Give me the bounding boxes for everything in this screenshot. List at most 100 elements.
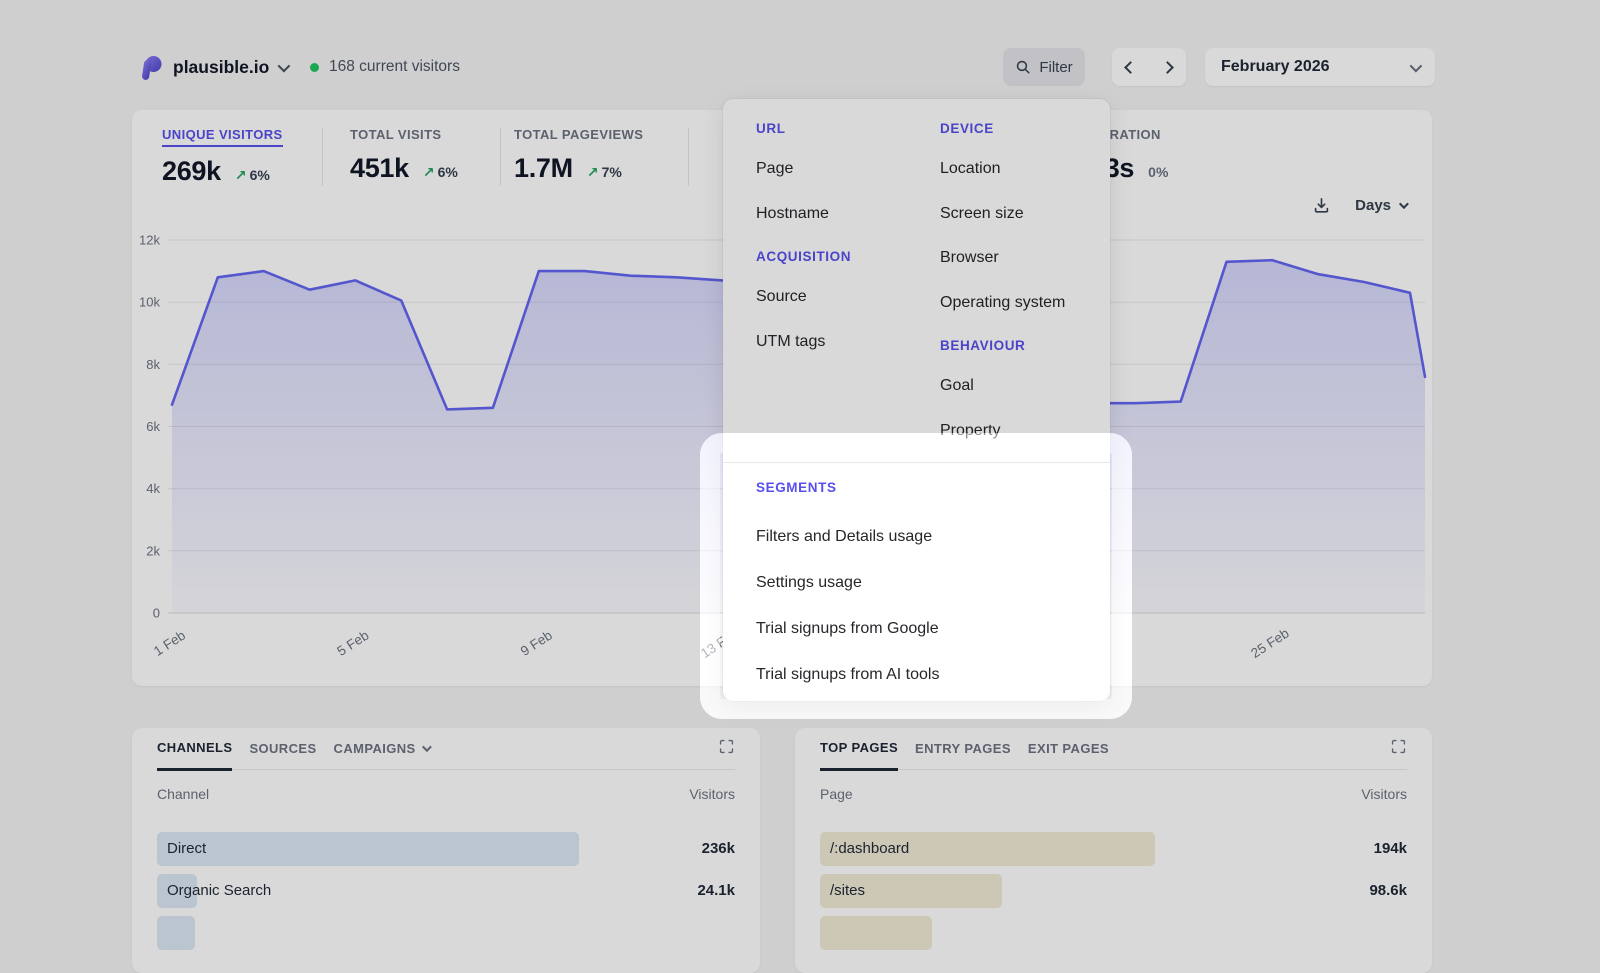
row-label: Direct [157, 832, 735, 866]
row-label: Organic Search [157, 874, 735, 908]
site-switcher[interactable]: plausible.io [138, 51, 287, 83]
segment-trial-signups-from-google[interactable]: Trial signups from Google [756, 606, 1090, 652]
filter-button[interactable]: Filter [1003, 48, 1085, 86]
row-label: /sites [820, 874, 1407, 908]
interval-label: Days [1355, 197, 1391, 214]
tab-exit-pages[interactable]: EXIT PAGES [1028, 741, 1109, 769]
svg-text:4k: 4k [146, 481, 160, 496]
tab-channels[interactable]: CHANNELS [157, 740, 232, 771]
metric-change-value: 7% [602, 164, 622, 180]
dashboard: plausible.io 168 current visitors Filter… [0, 0, 1600, 934]
svg-text:10k: 10k [140, 295, 160, 310]
tab-top-pages[interactable]: TOP PAGES [820, 740, 898, 771]
filter-group-title-behaviour: BEHAVIOUR [940, 338, 1025, 353]
site-name: plausible.io [173, 57, 269, 78]
filter-item-location[interactable]: Location [940, 160, 1001, 178]
filter-group-title-url: URL [756, 121, 786, 136]
date-range-label: February 2026 [1221, 58, 1330, 76]
up-arrow-icon: ↗ [235, 167, 247, 183]
filter-item-screen-size[interactable]: Screen size [940, 205, 1024, 223]
svg-text:12k: 12k [140, 233, 160, 248]
svg-text:8k: 8k [146, 357, 160, 372]
metric-total-pageviews[interactable]: TOTAL PAGEVIEWS1.7M↗7% [514, 126, 643, 184]
tab-label: CAMPAIGNS [334, 741, 416, 756]
tab-label: ENTRY PAGES [915, 741, 1011, 756]
plausible-logo-icon [138, 53, 164, 81]
tab-entry-pages[interactable]: ENTRY PAGES [915, 741, 1011, 769]
filter-item-browser[interactable]: Browser [940, 249, 999, 267]
metric-value: 1.7M [514, 153, 573, 184]
tab-label: SOURCES [249, 741, 316, 756]
up-arrow-icon: ↗ [423, 164, 435, 180]
metric-change-value: 6% [250, 167, 270, 183]
page-row[interactable]: /sites98.6k [820, 874, 1407, 908]
segment-trial-signups-from-ai-tools[interactable]: Trial signups from AI tools [756, 652, 1090, 698]
filter-item-page[interactable]: Page [756, 160, 793, 178]
period-nav [1112, 48, 1186, 86]
metric-unique-visitors[interactable]: UNIQUE VISITORS269k↗6% [162, 126, 283, 187]
pages-panel: TOP PAGES ENTRY PAGES EXIT PAGES Page Visi… [795, 728, 1432, 973]
svg-text:9 Feb: 9 Feb [518, 628, 555, 659]
metric-change: ↗6% [235, 167, 270, 184]
svg-text:1 Feb: 1 Feb [151, 628, 188, 659]
live-dot-icon [310, 63, 319, 72]
metric-change: ↗7% [587, 164, 622, 181]
chevron-down-icon [1399, 199, 1409, 209]
filter-item-source[interactable]: Source [756, 288, 807, 306]
download-icon [1312, 196, 1331, 215]
stat-divider [322, 128, 323, 186]
prev-period-button[interactable] [1112, 48, 1149, 86]
metric-change: 0% [1148, 164, 1168, 180]
up-arrow-icon: ↗ [587, 164, 599, 180]
metric-change-value: 0% [1148, 164, 1168, 180]
filter-item-utm-tags[interactable]: UTM tags [756, 333, 825, 351]
chevron-down-icon [278, 59, 291, 72]
pages-table: /:dashboard194k/sites98.6k [820, 832, 1407, 950]
stat-divider [688, 128, 689, 186]
filter-item-hostname[interactable]: Hostname [756, 205, 829, 223]
pages-table-header: Page Visitors [820, 786, 1407, 802]
segments-title: SEGMENTS [756, 480, 837, 495]
value-bar [157, 916, 195, 950]
column-label: Visitors [689, 786, 735, 802]
segment-settings-usage[interactable]: Settings usage [756, 560, 1090, 606]
chevron-down-icon [422, 742, 432, 752]
metric-total-visits[interactable]: TOTAL VISITS451k↗6% [350, 126, 458, 184]
date-range-picker[interactable]: February 2026 [1205, 48, 1435, 86]
page-row[interactable]: /:dashboard194k [820, 832, 1407, 866]
tab-campaigns[interactable]: CAMPAIGNS [334, 741, 429, 769]
column-label: Page [820, 786, 853, 802]
search-icon [1015, 59, 1032, 76]
filter-item-goal[interactable]: Goal [940, 377, 974, 395]
tab-label: TOP PAGES [820, 740, 898, 755]
tab-label: CHANNELS [157, 740, 232, 755]
svg-text:25 Feb: 25 Feb [1248, 625, 1291, 660]
current-visitors-link[interactable]: 168 current visitors [310, 51, 460, 83]
channels-table: Direct236k Organic Search24.1k [157, 832, 735, 950]
expand-icon[interactable] [718, 738, 735, 755]
tab-sources[interactable]: SOURCES [249, 741, 316, 769]
expand-icon[interactable] [1390, 738, 1407, 755]
interval-selector[interactable]: Days [1349, 196, 1412, 215]
filter-item-operating-system[interactable]: Operating system [940, 294, 1065, 312]
filter-item-property[interactable]: Property [940, 422, 1000, 440]
tab-label: EXIT PAGES [1028, 741, 1109, 756]
next-period-button[interactable] [1149, 48, 1186, 86]
metric-value: 269k [162, 156, 221, 187]
chevron-down-icon [1410, 59, 1423, 72]
value-bar [820, 916, 932, 950]
svg-text:5 Feb: 5 Feb [334, 628, 371, 659]
export-download-button[interactable] [1312, 196, 1331, 215]
metric-value: 451k [350, 153, 409, 184]
channel-row[interactable]: Direct236k [157, 832, 735, 866]
channel-row[interactable] [157, 916, 735, 950]
column-label: Channel [157, 786, 209, 802]
svg-text:0: 0 [153, 606, 160, 621]
page-row[interactable] [820, 916, 1407, 950]
chevron-left-icon [1124, 61, 1137, 74]
svg-text:6k: 6k [146, 419, 160, 434]
stat-divider [500, 128, 501, 186]
filter-button-label: Filter [1039, 59, 1072, 76]
channel-row[interactable]: Organic Search24.1k [157, 874, 735, 908]
segment-filters-and-details-usage[interactable]: Filters and Details usage [756, 514, 1090, 560]
